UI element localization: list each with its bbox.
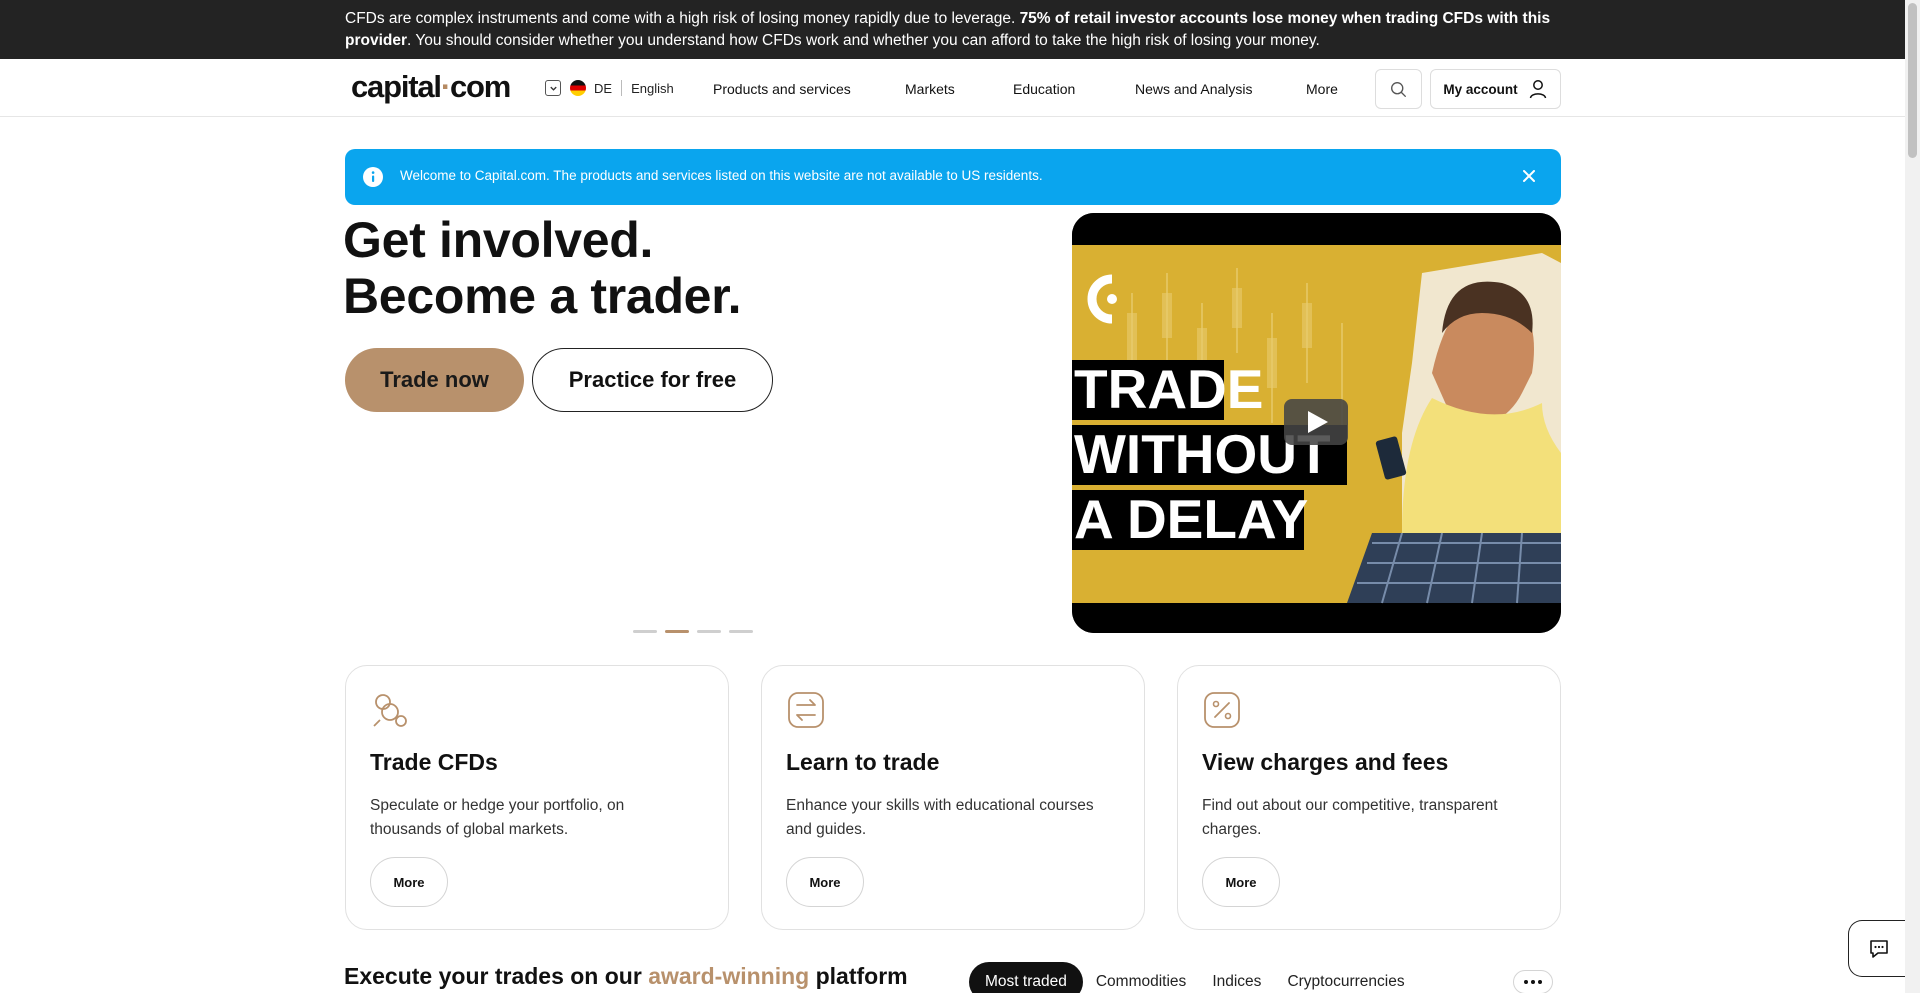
region-code[interactable]: DE <box>594 81 612 96</box>
practice-for-free-button[interactable]: Practice for free <box>532 348 773 412</box>
platform-title-start: Execute your trades on our <box>344 963 649 989</box>
my-account-button[interactable]: My account <box>1430 69 1561 109</box>
dot <box>1531 980 1535 984</box>
info-icon <box>363 167 383 187</box>
hero-title-line1: Get involved. <box>343 212 654 268</box>
risk-text-end: . You should consider whether you unders… <box>407 32 1320 49</box>
risk-warning-text: CFDs are complex instruments and come wi… <box>345 8 1565 52</box>
card-title: Learn to trade <box>786 749 940 775</box>
risk-text-start: CFDs are complex instruments and come wi… <box>345 10 1020 27</box>
search-button[interactable] <box>1375 69 1422 109</box>
germany-flag-icon <box>570 80 586 96</box>
region-divider <box>621 80 623 96</box>
page-scrollbar[interactable] <box>1905 0 1920 993</box>
chevron-down-icon[interactable] <box>545 80 561 96</box>
carousel-dot-active[interactable] <box>665 630 689 633</box>
card-more-button[interactable]: More <box>786 857 864 907</box>
card-description: Find out about our competitive, transpar… <box>1202 797 1498 838</box>
search-icon <box>1391 81 1406 97</box>
card-title: View charges and fees <box>1202 749 1449 775</box>
trade-now-button[interactable]: Trade now <box>345 348 524 412</box>
nav-more[interactable]: More <box>1306 81 1338 97</box>
card-description: Enhance your skills with educational cou… <box>786 797 1094 838</box>
chat-icon <box>1869 939 1888 958</box>
market-tabs: Most traded Commodities Indices Cryptocu… <box>969 962 1418 993</box>
banner-text: Welcome to Capital.com. The products and… <box>400 168 1043 183</box>
tab-cryptocurrencies[interactable]: Cryptocurrencies <box>1274 962 1417 993</box>
promo-video[interactable]: TRADE WITHOUT A DELAY <box>1072 213 1561 633</box>
carousel-dot[interactable] <box>697 630 721 633</box>
tab-most-traded[interactable]: Most traded <box>969 962 1083 993</box>
risk-warning-bar: CFDs are complex instruments and come wi… <box>0 0 1905 59</box>
close-icon <box>1523 170 1535 182</box>
region-selector[interactable]: DE English <box>545 79 674 97</box>
nav-education[interactable]: Education <box>1013 81 1075 97</box>
user-icon <box>1529 80 1546 99</box>
logo[interactable]: capital·com <box>351 69 511 105</box>
video-thumbnail: TRADE WITHOUT A DELAY <box>1072 213 1561 633</box>
carousel-dot[interactable] <box>633 630 657 633</box>
chat-button[interactable] <box>1848 920 1908 977</box>
tab-commodities[interactable]: Commodities <box>1083 962 1199 993</box>
dot <box>1538 980 1542 984</box>
video-text-line1: TRADE <box>1074 358 1263 420</box>
percent-icon <box>1204 692 1240 728</box>
card-title: Trade CFDs <box>370 749 498 775</box>
exchange-icon <box>788 692 824 728</box>
card-description: Speculate or hedge your portfolio, on th… <box>370 797 625 838</box>
carousel-indicators <box>633 630 753 633</box>
card-trade-cfds: Trade CFDs Speculate or hedge your portf… <box>345 665 729 930</box>
my-account-label: My account <box>1443 81 1518 97</box>
card-more-button[interactable]: More <box>1202 857 1280 907</box>
nav-markets[interactable]: Markets <box>905 81 955 97</box>
site-header: capital·com DE English Products and serv… <box>0 59 1905 117</box>
close-banner-button[interactable] <box>1519 166 1539 186</box>
nav-news-analysis[interactable]: News and Analysis <box>1135 81 1253 97</box>
tab-indices[interactable]: Indices <box>1199 962 1274 993</box>
platform-section-title: Execute your trades on our award-winning… <box>344 963 908 990</box>
nav-products-services[interactable]: Products and services <box>713 81 851 97</box>
logo-text-end: com <box>449 69 511 104</box>
card-more-button[interactable]: More <box>370 857 448 907</box>
card-charges-fees: View charges and fees Find out about our… <box>1177 665 1561 930</box>
logo-dot: · <box>440 69 451 104</box>
carousel-dot[interactable] <box>729 630 753 633</box>
platform-title-end: platform <box>809 963 908 989</box>
card-learn-to-trade: Learn to trade Enhance your skills with … <box>761 665 1145 930</box>
video-text-line3: A DELAY <box>1074 488 1308 550</box>
coins-icon <box>373 694 407 727</box>
hero-title: Get involved. Become a trader. <box>343 212 741 324</box>
play-icon[interactable] <box>1284 399 1348 445</box>
hero-title-line2: Become a trader. <box>343 268 742 324</box>
platform-title-accent[interactable]: award-winning <box>648 963 809 989</box>
language-label[interactable]: English <box>631 81 674 96</box>
dot <box>1524 980 1528 984</box>
us-residents-banner: Welcome to Capital.com. The products and… <box>345 149 1561 205</box>
more-tabs-button[interactable] <box>1513 970 1553 993</box>
scrollbar-thumb[interactable] <box>1908 3 1917 158</box>
logo-text-main: capital <box>351 69 442 104</box>
